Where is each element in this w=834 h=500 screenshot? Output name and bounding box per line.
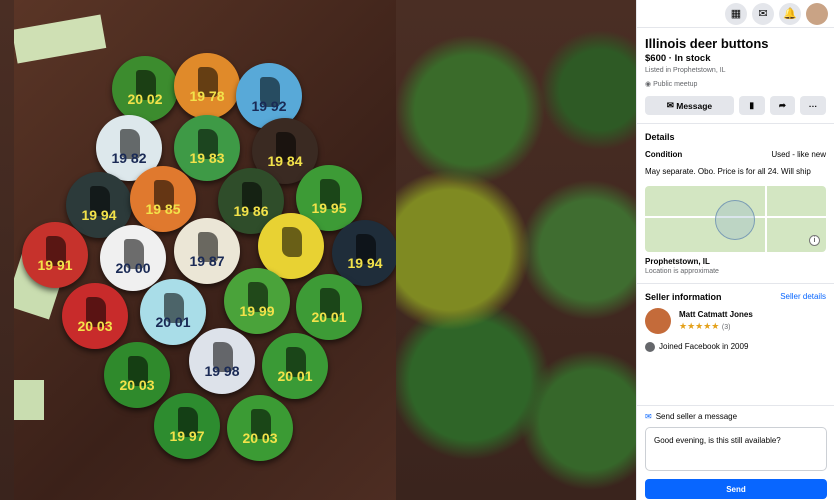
pin-button: 19 98 (189, 328, 255, 394)
more-button[interactable]: ··· (800, 96, 826, 115)
button-year: 20 01 (311, 309, 347, 325)
save-button[interactable]: ▮ (738, 96, 765, 115)
listing-location: Listed in Prophetstown, IL (645, 67, 726, 74)
button-year: 19 91 (37, 257, 73, 273)
button-year: 20 01 (277, 368, 313, 384)
pin-button: 20 01 (296, 274, 362, 340)
location-name: Prophetstown, IL (645, 256, 710, 266)
divider (637, 405, 834, 406)
info-icon[interactable]: i (809, 234, 820, 246)
share-icon: ➦ (778, 100, 787, 110)
pin-button: 19 97 (154, 393, 220, 459)
listing-sidebar: ▦ ✉ 🔔 Illinois deer buttons $600 · In st… (636, 0, 834, 500)
pin-button: 19 99 (224, 268, 290, 334)
details-heading: Details (645, 132, 675, 142)
send-button[interactable]: Send (645, 479, 827, 499)
button-year: 19 94 (347, 255, 383, 271)
button-year: 19 95 (311, 200, 347, 216)
button-year: 19 84 (267, 153, 303, 169)
tape-strip (14, 14, 107, 64)
facebook-icon (645, 341, 655, 352)
button-year: 19 92 (251, 98, 287, 114)
button-year: 20 03 (242, 430, 278, 446)
message-button[interactable]: ✉ Message (645, 96, 734, 115)
joined-row: Joined Facebook in 2009 (645, 341, 826, 352)
joined-text: Joined Facebook in 2009 (659, 342, 749, 352)
pin-button: 20 03 (62, 283, 128, 349)
photo-viewer: 20 02 19 78 19 92 19 82 19 83 19 84 19 94 19 85… (0, 0, 636, 500)
meetup-info: ◉ Public meetup (645, 80, 826, 88)
listing-description: May separate. Obo. Price is for all 24. … (645, 167, 811, 176)
messenger-icon: ✉ (645, 412, 652, 421)
pin-button: 20 01 (140, 279, 206, 345)
condition-value: Used - like new (771, 150, 826, 159)
avatar[interactable] (806, 2, 828, 25)
rating-count: (3) (721, 323, 731, 331)
seller-avatar[interactable] (645, 307, 671, 334)
button-year: 19 94 (81, 207, 117, 223)
grid-icon[interactable]: ▦ (725, 2, 747, 25)
listing-title: Illinois deer buttons (645, 36, 769, 51)
top-bar: ▦ ✉ 🔔 (637, 0, 834, 28)
more-icon: ··· (808, 100, 818, 111)
button-year: 19 85 (145, 201, 181, 217)
approximate-location-circle (715, 199, 755, 240)
message-label: Message (676, 100, 713, 111)
pin-button: 20 01 (262, 333, 328, 399)
location-map[interactable]: i (645, 185, 826, 252)
button-year: 20 00 (115, 260, 151, 276)
seller-heading: Seller information (645, 291, 722, 302)
button-year: 20 03 (77, 318, 113, 334)
seller-card[interactable]: Matt Catmatt Jones ★★★★★ (3) (645, 307, 826, 334)
action-row: ✉ Message ▮ ➦ ··· (645, 96, 826, 115)
listing-price: $600 · In stock (645, 53, 711, 64)
messenger-icon[interactable]: ✉ (752, 2, 774, 25)
condition-label: Condition (645, 150, 683, 159)
messenger-icon: ✉ (666, 100, 677, 110)
pin-button: 20 02 (112, 56, 178, 122)
rating-stars: ★★★★★ (679, 320, 720, 331)
seller-details-link[interactable]: Seller details (780, 292, 826, 301)
seller-name[interactable]: Matt Catmatt Jones (679, 310, 753, 319)
pin-button: 19 83 (174, 115, 240, 181)
divider (637, 282, 834, 284)
location-pin-icon: ◉ (645, 81, 654, 88)
button-year: 19 78 (189, 88, 225, 104)
bell-icon[interactable]: 🔔 (779, 2, 801, 25)
pin-button: 19 78 (174, 53, 240, 119)
pin-button: 20 00 (100, 225, 166, 291)
meetup-label: Public meetup (653, 81, 698, 88)
button-year: 19 83 (189, 150, 225, 166)
message-heading: Send seller a message (655, 412, 738, 421)
button-year: 19 98 (204, 363, 240, 379)
message-input[interactable]: Good evening, is this still available? (645, 427, 827, 471)
button-year: 19 99 (239, 303, 275, 319)
button-year: 20 01 (155, 314, 191, 330)
location-note: Location is approximate (645, 267, 719, 275)
bookmark-icon: ▮ (749, 100, 755, 110)
pin-button: 20 03 (104, 342, 170, 408)
condition-row: Condition Used - like new (645, 150, 826, 159)
message-panel: ✉ Send seller a message Good evening, is … (637, 405, 834, 499)
share-button[interactable]: ➦ (769, 96, 796, 115)
divider (637, 123, 834, 124)
tape-strip (14, 380, 44, 420)
button-year: 20 02 (127, 91, 163, 107)
pin-button: 19 91 (22, 222, 88, 288)
button-year: 20 03 (119, 377, 155, 393)
seller-header: Seller information Seller details (645, 292, 826, 302)
button-year: 19 82 (111, 150, 147, 166)
pin-button: 19 85 (130, 166, 196, 232)
pin-button: 20 03 (227, 395, 293, 461)
map-road (765, 185, 767, 252)
button-year: 19 97 (169, 428, 205, 444)
pin-button: 19 87 (174, 218, 240, 284)
listing-photo[interactable]: 20 02 19 78 19 92 19 82 19 83 19 84 19 94 19 85… (14, 0, 396, 500)
button-year: 19 86 (233, 203, 269, 219)
button-year: 19 87 (189, 253, 225, 269)
